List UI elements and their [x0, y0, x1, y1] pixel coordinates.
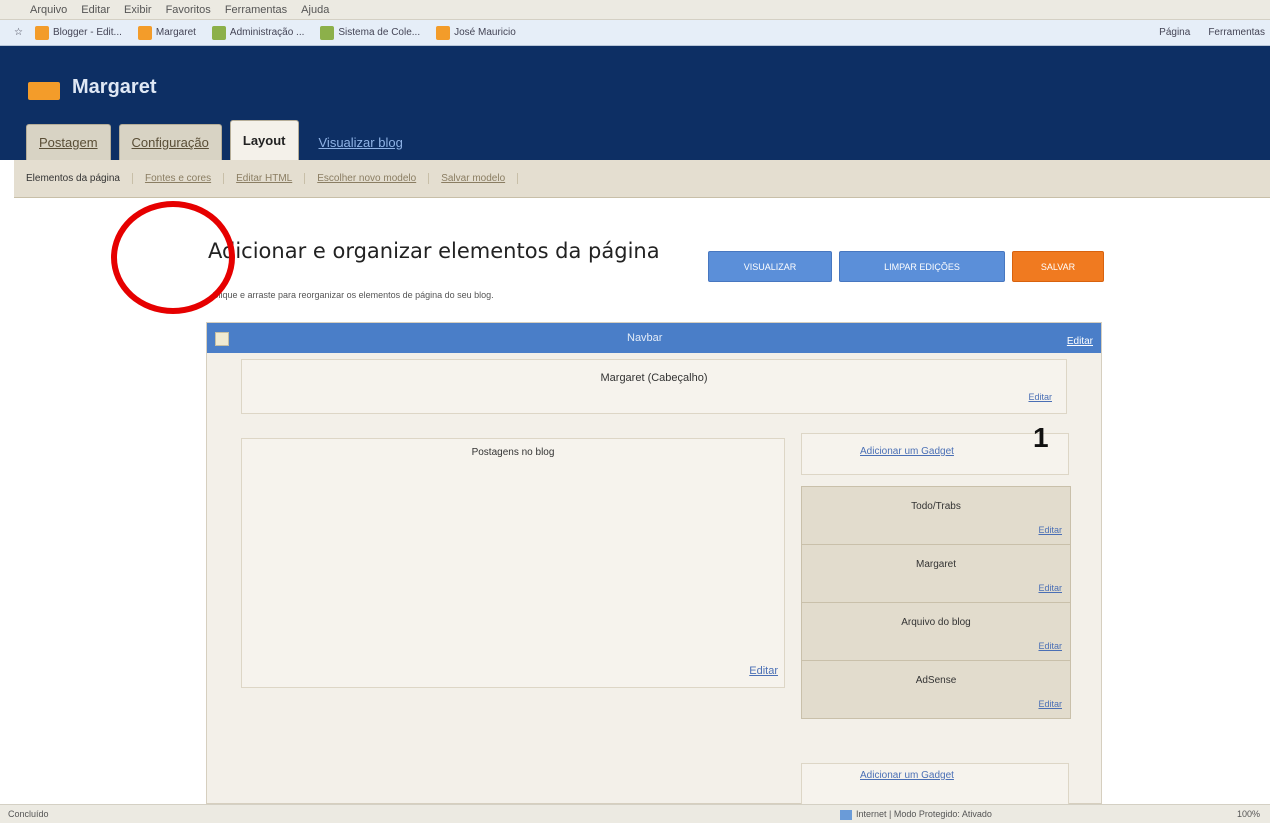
layout-editor: Navbar Editar Margaret (Cabeçalho) Edita…: [206, 322, 1102, 805]
gadget-title: Todo/Trabs: [911, 501, 961, 512]
navbar-edit-link[interactable]: Editar: [1067, 336, 1093, 347]
menu-ajuda[interactable]: Ajuda: [301, 4, 329, 16]
header-edit-link[interactable]: Editar: [1028, 392, 1052, 402]
subnav-fontes[interactable]: Fontes e cores: [133, 173, 225, 184]
tools-menu[interactable]: Ferramentas: [1203, 25, 1270, 40]
blog-name: Margaret: [72, 76, 157, 98]
gadget-edit-link[interactable]: Editar: [1038, 525, 1062, 535]
navbar-checkbox[interactable]: [215, 332, 229, 346]
page-title: Adicionar e organizar elementos da págin…: [208, 239, 660, 263]
annotation-circle: [111, 201, 235, 314]
annotation-number: 1: [1033, 422, 1049, 453]
globe-icon: [840, 809, 852, 820]
navbar-label: Navbar: [627, 332, 663, 344]
tab-layout[interactable]: Layout: [229, 120, 299, 160]
navbar-element[interactable]: Navbar Editar: [207, 323, 1101, 353]
star-icon[interactable]: ☆: [14, 27, 23, 38]
gadget-item[interactable]: Margaret Editar: [802, 545, 1070, 603]
blogger-icon: [436, 25, 451, 40]
preview-button[interactable]: VISUALIZAR: [708, 251, 832, 282]
subnav-salvar-modelo[interactable]: Salvar modelo: [429, 173, 519, 184]
blog-posts-edit-link[interactable]: Editar: [749, 665, 778, 677]
menu-exibir[interactable]: Exibir: [124, 4, 152, 16]
menu-arquivo[interactable]: Arquivo: [30, 4, 67, 16]
menu-editar[interactable]: Editar: [81, 4, 110, 16]
browser-menubar: Arquivo Editar Exibir Favoritos Ferramen…: [0, 0, 1270, 20]
clear-edits-button[interactable]: LIMPAR EDIÇÕES: [839, 251, 1005, 282]
security-zone: Internet | Modo Protegido: Ativado: [840, 809, 992, 820]
header-element-title: Margaret (Cabeçalho): [600, 372, 708, 384]
gadget-edit-link[interactable]: Editar: [1038, 641, 1062, 651]
view-blog-link[interactable]: Visualizar blog: [307, 124, 415, 160]
add-gadget-box: Adicionar um Gadget: [801, 433, 1069, 475]
page-icon: [320, 25, 335, 40]
blog-posts-title: Postagens no blog: [471, 447, 555, 458]
page-subtitle: Clique e arraste para reorganizar os ele…: [212, 290, 494, 300]
favorites-bar: ☆ Blogger - Edit... Margaret Administraç…: [0, 20, 1270, 46]
gadget-item[interactable]: AdSense Editar: [802, 661, 1070, 719]
gadget-title: AdSense: [915, 675, 957, 686]
blogger-logo-icon: [28, 82, 60, 100]
action-buttons: VISUALIZAR LIMPAR EDIÇÕES SALVAR: [708, 251, 1104, 282]
gadget-edit-link[interactable]: Editar: [1038, 583, 1062, 593]
page-icon: [211, 25, 226, 40]
menu-favoritos[interactable]: Favoritos: [166, 4, 211, 16]
gadget-title: Arquivo do blog: [901, 617, 971, 628]
add-gadget-link[interactable]: Adicionar um Gadget: [860, 446, 954, 457]
favorite-administracao[interactable]: Administração ...: [208, 24, 308, 42]
tab-postagem[interactable]: Postagem: [26, 124, 111, 160]
status-text: Concluído: [8, 809, 49, 819]
main-tabs: Postagem Configuração Layout Visualizar …: [26, 120, 415, 160]
page-menu[interactable]: Página: [1154, 25, 1195, 40]
favorite-blogger[interactable]: Blogger - Edit...: [31, 24, 126, 42]
blogger-icon: [34, 25, 49, 40]
blogger-icon: [137, 25, 152, 40]
layout-subnav: Elementos da página Fontes e cores Edita…: [14, 160, 1270, 198]
subnav-elementos[interactable]: Elementos da página: [14, 173, 133, 184]
add-gadget-link-bottom[interactable]: Adicionar um Gadget: [860, 770, 954, 781]
browser-statusbar: Concluído Internet | Modo Protegido: Ati…: [0, 804, 1270, 823]
save-button[interactable]: SALVAR: [1012, 251, 1104, 282]
favorite-sistema[interactable]: Sistema de Cole...: [316, 24, 424, 42]
tab-configuracao[interactable]: Configuração: [118, 124, 222, 160]
browser-window: Arquivo Editar Exibir Favoritos Ferramen…: [0, 0, 1270, 823]
gadget-item[interactable]: Todo/Trabs Editar: [802, 487, 1070, 545]
gadget-edit-link[interactable]: Editar: [1038, 699, 1062, 709]
sidebar-gadgets: Todo/Trabs Editar Margaret Editar Arquiv…: [801, 486, 1071, 719]
subnav-escolher-modelo[interactable]: Escolher novo modelo: [305, 173, 430, 184]
menu-ferramentas[interactable]: Ferramentas: [225, 4, 287, 16]
gadget-title: Margaret: [915, 559, 956, 570]
add-gadget-box-bottom: Adicionar um Gadget: [801, 763, 1069, 805]
zoom-level[interactable]: 100%: [1237, 809, 1260, 819]
favorite-margaret[interactable]: Margaret: [134, 24, 200, 42]
favorite-jose[interactable]: José Mauricio: [432, 24, 520, 42]
blog-posts-element[interactable]: Postagens no blog Editar: [241, 438, 785, 688]
gadget-item[interactable]: Arquivo do blog Editar: [802, 603, 1070, 661]
header-element[interactable]: Margaret (Cabeçalho) Editar: [241, 359, 1067, 414]
subnav-editar-html[interactable]: Editar HTML: [224, 173, 306, 184]
